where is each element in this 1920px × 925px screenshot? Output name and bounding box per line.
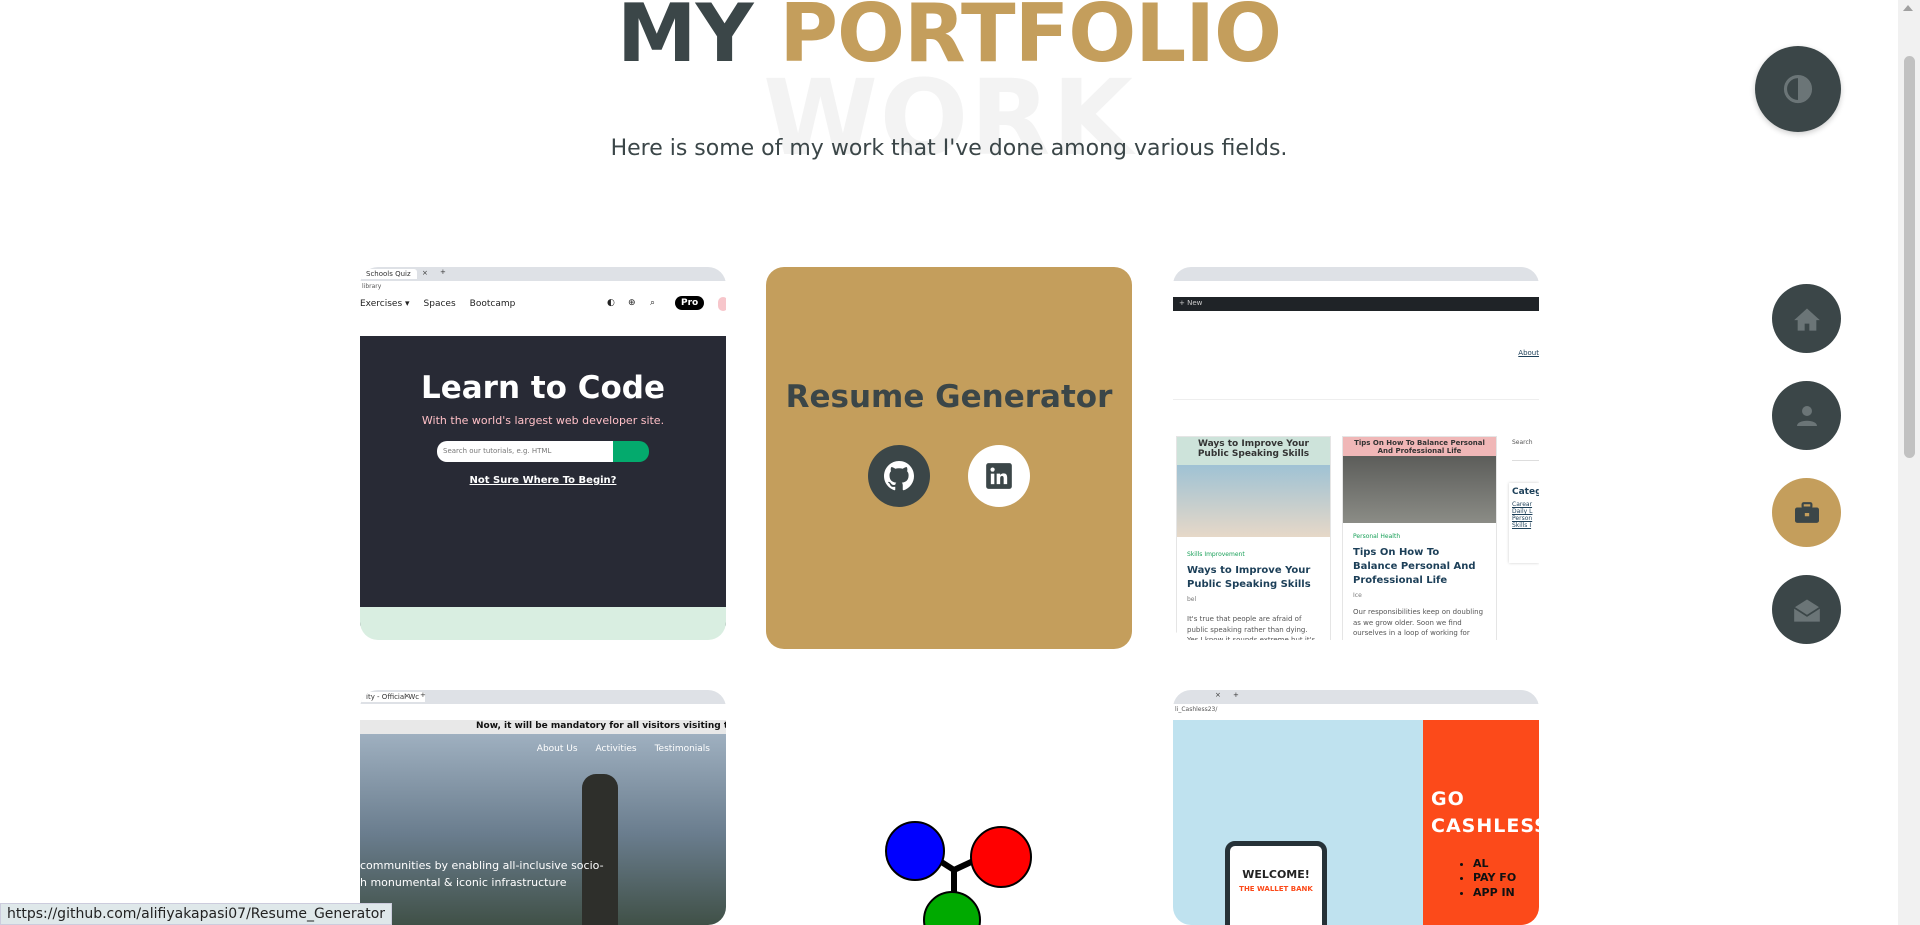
- portfolio-card-statue[interactable]: ity - Official Wc × + Now, it will be ma…: [360, 690, 726, 925]
- nav-about-button[interactable]: [1772, 381, 1841, 450]
- linkedin-button[interactable]: [968, 445, 1030, 507]
- plus-icon: +: [1233, 691, 1239, 699]
- hero-title: Learn to Code: [420, 370, 666, 406]
- address-bar: library: [360, 281, 726, 293]
- page-subtitle: Here is some of my work that I've done a…: [610, 136, 1288, 161]
- nav-home-button[interactable]: [1772, 284, 1841, 353]
- blog-tab: New: [1187, 299, 1203, 307]
- resume-title: Resume Generator: [785, 379, 1113, 415]
- statue-banner: Now, it will be mandatory for all visito…: [360, 720, 726, 734]
- search-icon: ⌕: [650, 298, 656, 308]
- linkedin-icon: [986, 463, 1012, 489]
- graph-illustration: [885, 821, 1032, 925]
- blog-search: Search: [1512, 439, 1539, 461]
- browser-tabbar: Schools Quiz × +: [360, 267, 726, 281]
- briefcase-icon: [1794, 501, 1819, 523]
- phone-mockup: WELCOME! THE WALLET BANK: [1225, 841, 1327, 925]
- page-title: MY PORTFOLIO: [0, 0, 1898, 82]
- phone-welcome: WELCOME!: [1242, 868, 1310, 881]
- plus-icon: +: [420, 691, 426, 699]
- close-icon: ×: [422, 269, 428, 277]
- pro-badge: Pro: [675, 296, 705, 310]
- side-nav: [1772, 284, 1841, 644]
- browser-tabbar: [1173, 267, 1539, 281]
- close-icon: ×: [404, 692, 410, 700]
- github-button[interactable]: [868, 445, 930, 507]
- post-category: Personal Health: [1353, 533, 1401, 540]
- blog-post-card: Tips On How To Balance Personal And Prof…: [1342, 436, 1497, 640]
- browser-tab: ity - Official Wc: [360, 692, 426, 702]
- post-image-header: Tips On How To Balance Personal And Prof…: [1354, 439, 1485, 455]
- browser-tabbar: ity - Official Wc × +: [360, 690, 726, 704]
- contrast-icon: ◐: [607, 298, 615, 308]
- resume-links: [868, 445, 1030, 507]
- hero-link: Not Sure Where To Begin?: [469, 475, 617, 486]
- post-image-header: Ways to Improve Your Public Speaking Ski…: [1197, 439, 1310, 459]
- user-icon: [1796, 405, 1817, 426]
- github-icon: [884, 461, 914, 491]
- wallet-headline: GO CASHLESS: [1431, 788, 1539, 837]
- post-title: Tips On How To Balance Personal And Prof…: [1353, 547, 1476, 586]
- portfolio-card-resume[interactable]: Resume Generator: [766, 267, 1132, 649]
- nav-spaces: Spaces: [423, 299, 456, 309]
- post-excerpt: It's true that people are afraid of publ…: [1187, 615, 1316, 640]
- portfolio-card-wallet[interactable]: × + li_Cashless23/ GO CASHLESS AL PAY FO…: [1173, 690, 1539, 925]
- nav-exercises: Exercises ▾: [360, 299, 410, 309]
- statue-figure: [582, 774, 618, 925]
- nav-bootcamp: Bootcamp: [469, 299, 516, 309]
- nav-portfolio-button[interactable]: [1772, 478, 1841, 547]
- w3-hero: Learn to Code With the world's largest w…: [360, 336, 726, 626]
- globe-icon: ⊕: [628, 298, 636, 308]
- post-image: Ways to Improve Your Public Speaking Ski…: [1177, 437, 1330, 537]
- title-my: MY: [616, 0, 754, 80]
- title-portfolio: PORTFOLIO: [779, 0, 1282, 80]
- plus-icon: +: [440, 268, 446, 276]
- portfolio-card-blog[interactable]: + New About Ways to Improve Your Public …: [1173, 267, 1539, 640]
- home-icon: [1793, 308, 1820, 331]
- phone-bank: THE WALLET BANK: [1239, 885, 1313, 893]
- post-title: Ways to Improve Your Public Speaking Ski…: [1187, 565, 1311, 603]
- hero-subtitle: With the world's largest web developer s…: [421, 414, 665, 427]
- statue-text: communities by enabling all-inclusive so…: [360, 859, 604, 889]
- scroll-up-arrow-icon[interactable]: [1903, 5, 1913, 11]
- post-image: Tips On How To Balance Personal And Prof…: [1343, 437, 1496, 523]
- w3-nav: Exercises ▾ Spaces Bootcamp ◐ ⊕ ⌕ Pro: [360, 293, 726, 315]
- status-bar-url: https://github.com/alifiyakapasi07/Resum…: [0, 903, 393, 925]
- post-category: Skills Improvement: [1187, 551, 1245, 558]
- envelope-open-icon: [1793, 599, 1820, 622]
- search-icon: [613, 441, 649, 462]
- portfolio-card-graph[interactable]: [884, 820, 1034, 925]
- browser-tab: Schools Quiz: [360, 269, 417, 279]
- divider: [1173, 399, 1539, 400]
- post-meta: Ice: [1353, 592, 1362, 599]
- statue-nav: About Us Activities Testimonials: [536, 744, 710, 754]
- wallet-red-panel: GO CASHLESS AL PAY FO APP IN: [1423, 720, 1539, 925]
- avatar: [718, 297, 726, 311]
- post-excerpt: Our responsibilities keep on doubling as…: [1353, 608, 1484, 640]
- blog-tabbar: + New: [1173, 297, 1539, 311]
- portfolio-card-w3[interactable]: Schools Quiz × + library Exercises ▾ Spa…: [360, 267, 726, 640]
- wave-decoration: [360, 607, 726, 640]
- nav-contact-button[interactable]: [1772, 575, 1841, 644]
- blog-post-card: Ways to Improve Your Public Speaking Ski…: [1176, 436, 1331, 640]
- close-icon: ×: [1215, 691, 1221, 699]
- wallet-bullets: AL PAY FO APP IN: [1423, 857, 1539, 900]
- hero-search-input: Search our tutorials, e.g. HTML: [437, 441, 613, 462]
- address-bar: li_Cashless23/: [1173, 704, 1539, 716]
- browser-tabbar: × +: [1173, 690, 1539, 704]
- categories-panel: Categ Carear Daily L Person Skills I: [1509, 483, 1539, 563]
- blog-nav-link: About: [1518, 349, 1539, 357]
- statue-image: About Us Activities Testimonials communi…: [360, 734, 726, 925]
- hero-search: Search our tutorials, e.g. HTML: [437, 441, 649, 462]
- scrollbar-thumb[interactable]: [1904, 56, 1915, 458]
- plus-icon: +: [1179, 299, 1188, 307]
